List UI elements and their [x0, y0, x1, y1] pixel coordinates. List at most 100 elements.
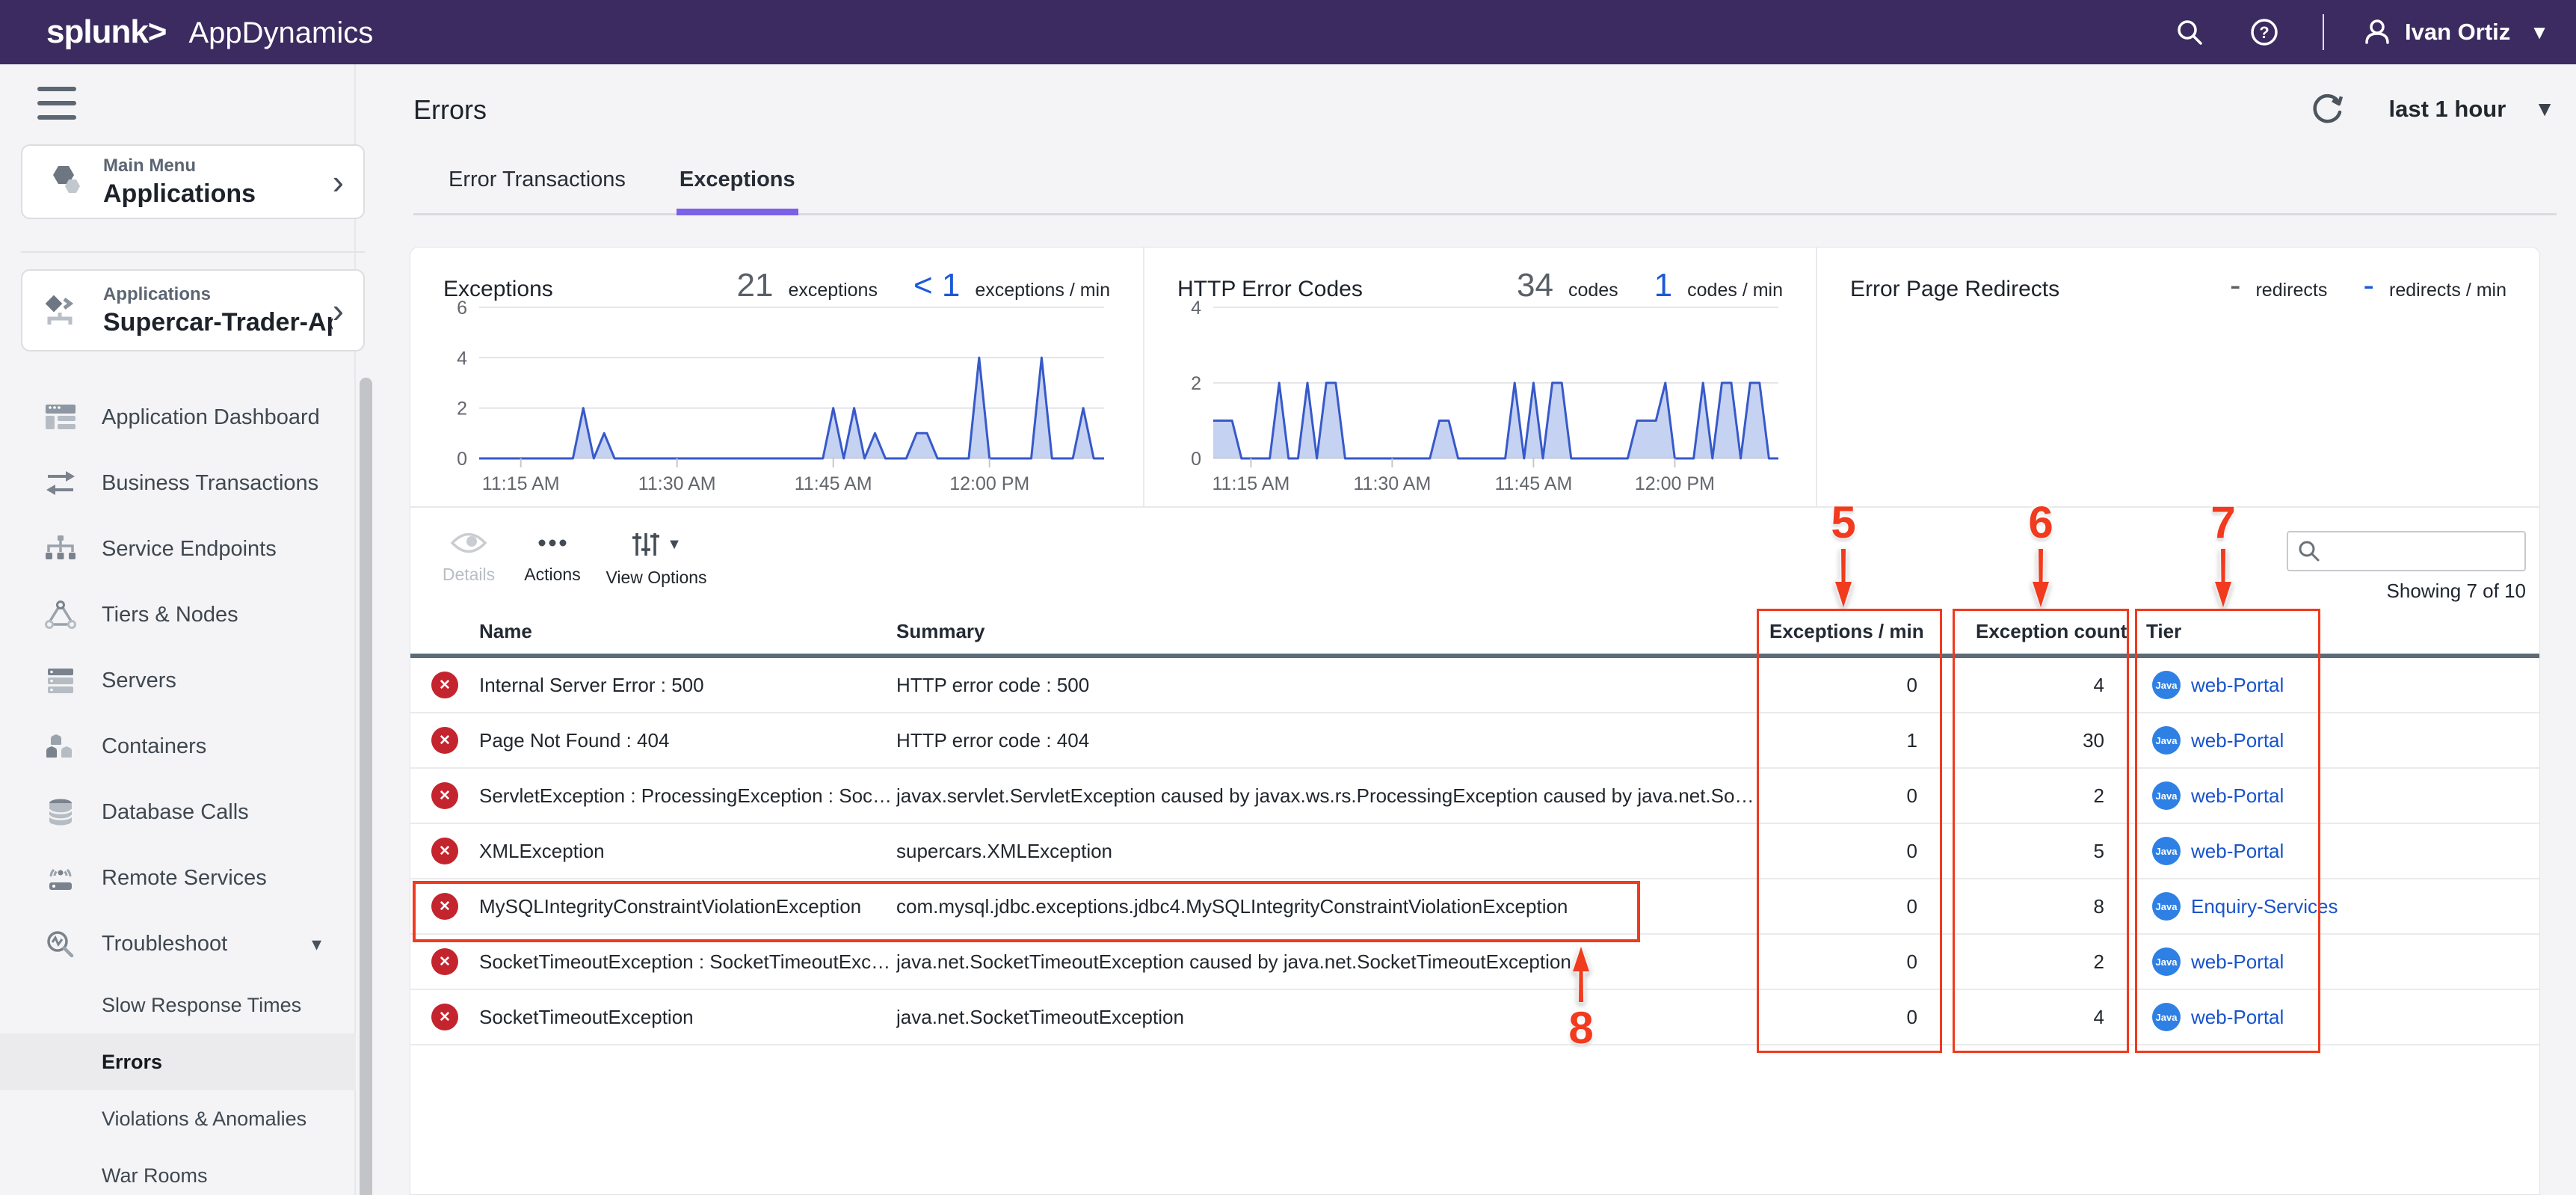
svg-text:11:15 AM: 11:15 AM: [482, 473, 560, 494]
java-icon: Java: [2152, 892, 2181, 921]
table-row[interactable]: ✕ XMLException supercars.XMLException 0 …: [410, 824, 2539, 879]
error-page-redirects-card: Error Page Redirects - redirects - redir…: [1816, 248, 2539, 506]
tier-link[interactable]: web-Portal: [2191, 674, 2284, 697]
svg-text:6: 6: [457, 298, 467, 319]
time-range-selector[interactable]: last 1 hour: [2389, 96, 2506, 123]
eye-icon: [449, 530, 488, 556]
sidebar-item-remote-services[interactable]: Remote Services: [0, 845, 356, 911]
view-options-button[interactable]: ▼ View Options: [600, 508, 712, 609]
sidebar-item-troubleshoot[interactable]: Troubleshoot ▾: [0, 911, 356, 977]
sidebar-item-slow-response-times[interactable]: Slow Response Times: [0, 977, 356, 1033]
app-switcher-value: Supercar-Trader-Ap...: [103, 308, 333, 337]
table-row[interactable]: ✕ SocketTimeoutException : SocketTimeout…: [410, 935, 2539, 990]
sidebar-item-errors[interactable]: Errors: [0, 1033, 356, 1090]
exceptions-chart[interactable]: 024611:15 AM11:30 AM11:45 AM12:00 PM: [431, 295, 1119, 496]
row-exception-count: 4: [1943, 1006, 2130, 1029]
sidebar-nav: Application Dashboard Business Transacti…: [0, 384, 356, 1195]
row-name: MySQLIntegrityConstraintViolationExcepti…: [479, 895, 896, 918]
tab-bar: Error Transactions Exceptions: [413, 154, 2557, 215]
java-icon: Java: [2152, 1003, 2181, 1031]
actions-button[interactable]: Actions: [517, 508, 588, 609]
java-icon: Java: [2152, 947, 2181, 976]
table-row[interactable]: ✕ MySQLIntegrityConstraintViolationExcep…: [410, 879, 2539, 935]
table-row[interactable]: ✕ Internal Server Error : 500 HTTP error…: [410, 658, 2539, 713]
troubleshoot-icon: [43, 927, 78, 961]
details-button[interactable]: Details: [433, 508, 505, 609]
tier-link[interactable]: Enquiry-Services: [2191, 895, 2338, 918]
sidebar: Main Menu Applications › Applications Su…: [0, 64, 375, 1195]
user-menu[interactable]: Ivan Ortiz ▼: [2361, 16, 2549, 48]
row-exceptions-per-min: 0: [1757, 895, 1943, 918]
col-summary[interactable]: Summary: [896, 620, 1757, 643]
chevron-right-icon: ›: [333, 290, 344, 331]
tier-link[interactable]: web-Portal: [2191, 950, 2284, 974]
row-exceptions-per-min: 0: [1757, 674, 1943, 697]
sidebar-item-database-calls[interactable]: Database Calls: [0, 779, 356, 845]
application-switcher[interactable]: Applications Supercar-Trader-Ap... ›: [21, 269, 365, 351]
row-name: SocketTimeoutException: [479, 1006, 896, 1029]
table-search: [2287, 531, 2526, 571]
tab-exceptions[interactable]: Exceptions: [662, 154, 813, 213]
svg-text:2: 2: [1191, 373, 1201, 394]
col-exception-count[interactable]: Exception count: [1943, 620, 2130, 643]
col-tier[interactable]: Tier: [2130, 620, 2541, 643]
transactions-icon: [43, 466, 78, 500]
error-icon: ✕: [431, 727, 458, 754]
table-toolbar: Details Actions ▼ Vie: [410, 506, 2539, 609]
row-exception-count: 5: [1943, 840, 2130, 863]
sidebar-divider: [21, 251, 365, 253]
row-summary: HTTP error code : 404: [896, 729, 1757, 752]
svg-text:4: 4: [457, 348, 467, 369]
splunk-logo: splunk>: [46, 13, 167, 51]
row-exception-count: 30: [1943, 729, 2130, 752]
row-exception-count: 2: [1943, 784, 2130, 808]
sidebar-item-tiers-nodes[interactable]: Tiers & Nodes: [0, 582, 356, 648]
tier-link[interactable]: web-Portal: [2191, 1006, 2284, 1029]
sidebar-item-application-dashboard[interactable]: Application Dashboard: [0, 384, 356, 450]
help-icon[interactable]: ?: [2243, 11, 2285, 53]
table-row[interactable]: ✕ SocketTimeoutException java.net.Socket…: [410, 990, 2539, 1045]
tier-link[interactable]: web-Portal: [2191, 729, 2284, 752]
sidebar-item-servers[interactable]: Servers: [0, 648, 356, 713]
http-error-codes-chart[interactable]: 02411:15 AM11:30 AM11:45 AM12:00 PM: [1165, 295, 1793, 496]
endpoints-icon: [43, 532, 78, 566]
row-exceptions-per-min: 0: [1757, 784, 1943, 808]
table-row[interactable]: ✕ ServletException : ProcessingException…: [410, 769, 2539, 824]
error-icon: ✕: [431, 1004, 458, 1030]
view-options-caret-icon: ▼: [667, 536, 682, 553]
row-exception-count: 4: [1943, 674, 2130, 697]
sidebar-scrollbar[interactable]: [360, 378, 372, 1195]
sidebar-item-violations-anomalies[interactable]: Violations & Anomalies: [0, 1090, 356, 1147]
main-menu-switcher[interactable]: Main Menu Applications ›: [21, 144, 365, 219]
refresh-icon[interactable]: [2308, 90, 2347, 129]
time-range-caret-icon[interactable]: ▼: [2534, 97, 2555, 121]
col-name[interactable]: Name: [479, 620, 896, 643]
sidebar-item-containers[interactable]: Containers: [0, 713, 356, 779]
search-icon[interactable]: [2169, 11, 2210, 53]
row-summary: supercars.XMLException: [896, 840, 1757, 863]
application-flow-icon: [42, 289, 85, 332]
main-menu-label: Main Menu: [103, 156, 333, 176]
svg-text:12:00 PM: 12:00 PM: [1635, 473, 1715, 494]
error-icon: ✕: [431, 948, 458, 975]
row-exceptions-per-min: 0: [1757, 950, 1943, 974]
main-content: Errors last 1 hour ▼ Error Transactions …: [375, 64, 2576, 1195]
row-name: ServletException : ProcessingException :…: [479, 784, 896, 808]
sidebar-item-war-rooms[interactable]: War Rooms: [0, 1147, 356, 1195]
tier-link[interactable]: web-Portal: [2191, 784, 2284, 808]
search-input[interactable]: [2329, 540, 2515, 563]
sidebar-item-service-endpoints[interactable]: Service Endpoints: [0, 516, 356, 582]
table-body: ✕ Internal Server Error : 500 HTTP error…: [410, 658, 2539, 1045]
error-icon: ✕: [431, 893, 458, 920]
table-row[interactable]: ✕ Page Not Found : 404 HTTP error code :…: [410, 713, 2539, 769]
sidebar-item-business-transactions[interactable]: Business Transactions: [0, 450, 356, 516]
tab-error-transactions[interactable]: Error Transactions: [431, 154, 644, 213]
svg-text:11:45 AM: 11:45 AM: [795, 473, 872, 494]
tier-link[interactable]: web-Portal: [2191, 840, 2284, 863]
hamburger-menu-icon[interactable]: [37, 87, 79, 120]
error-icon: ✕: [431, 672, 458, 698]
error-icon: ✕: [431, 838, 458, 864]
java-icon: Java: [2152, 726, 2181, 755]
row-exceptions-per-min: 1: [1757, 729, 1943, 752]
col-exceptions-per-min[interactable]: Exceptions / min: [1757, 620, 1943, 643]
